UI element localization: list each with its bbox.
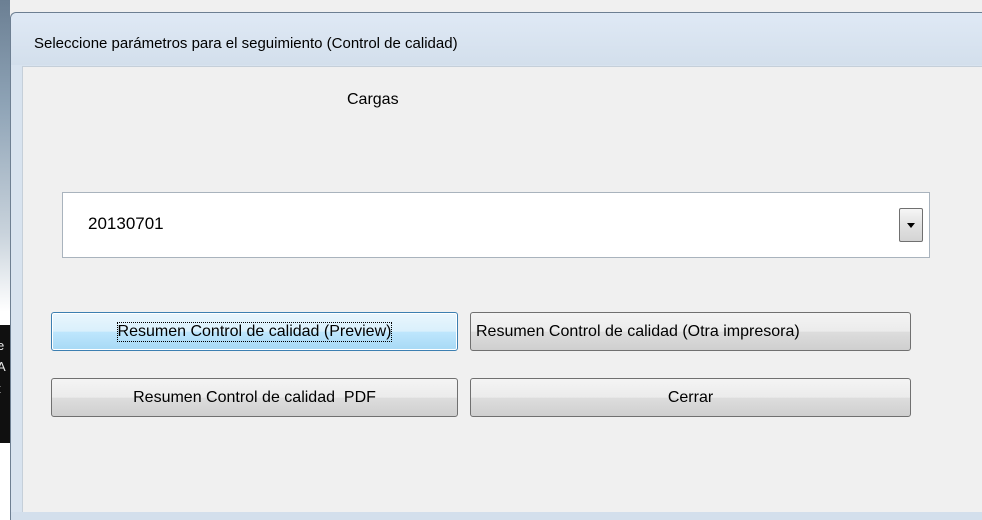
cerrar-label: Cerrar [667, 389, 714, 406]
resumen-otra-impresora-button[interactable]: Resumen Control de calidad (Otra impreso… [470, 312, 911, 351]
window-title: Seleccione parámetros para el seguimient… [34, 35, 458, 52]
resumen-preview-button[interactable]: Resumen Control de calidad (Preview) [51, 312, 458, 351]
resumen-pdf-label: Resumen Control de calidad PDF [133, 389, 376, 406]
dialog-client-area [22, 66, 982, 514]
background-glyph: e [0, 339, 5, 352]
window-bottom-frame [11, 512, 982, 520]
cerrar-button[interactable]: Cerrar [470, 378, 911, 417]
dropdown-arrow-icon[interactable] [899, 208, 923, 242]
title-bar[interactable]: Seleccione parámetros para el seguimient… [11, 13, 982, 65]
resumen-pdf-button[interactable]: Resumen Control de calidad PDF [51, 378, 458, 417]
background-glyph: t [0, 382, 10, 395]
cargas-selected-value: 20130701 [88, 214, 164, 233]
cargas-combobox[interactable]: 20130701 [62, 192, 930, 258]
background-glyph: A [0, 360, 6, 373]
background-window-edge: e A t [0, 0, 10, 520]
resumen-otra-impresora-label: Resumen Control de calidad (Otra impreso… [476, 323, 800, 340]
screen: e A t Seleccione parámetros para el segu… [0, 0, 982, 520]
resumen-preview-label: Resumen Control de calidad (Preview) [116, 322, 393, 342]
cargas-label: Cargas [347, 91, 399, 108]
dialog-window: Seleccione parámetros para el seguimient… [10, 12, 982, 520]
